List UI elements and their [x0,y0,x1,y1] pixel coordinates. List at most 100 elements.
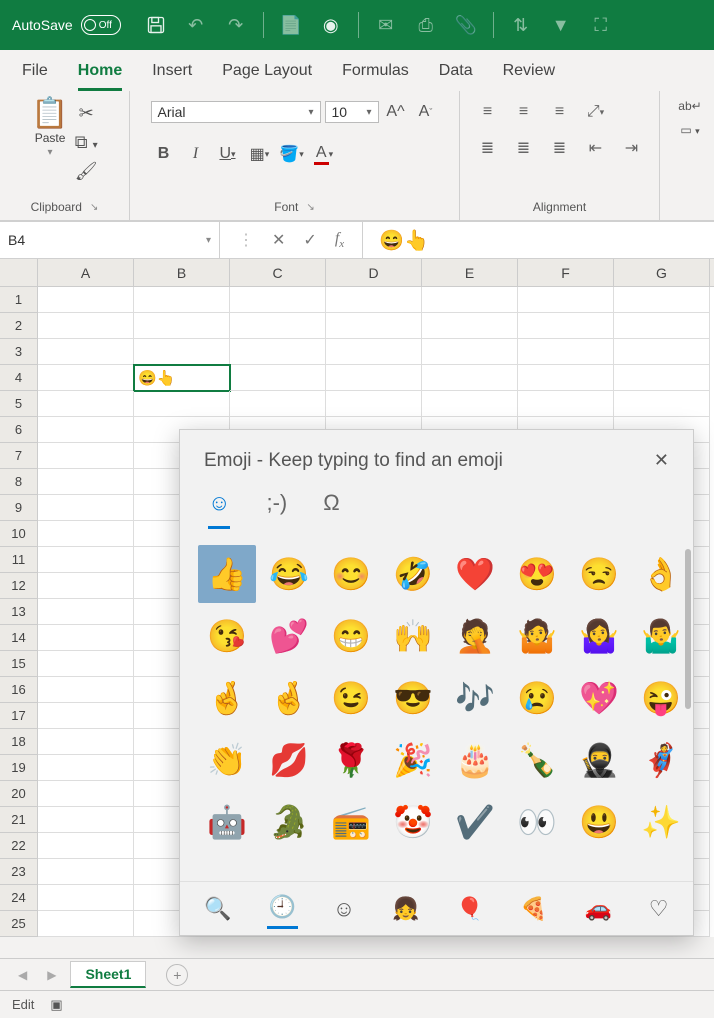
align-bottom-icon[interactable]: ≡ [545,99,575,125]
cut-icon[interactable]: ✂ [79,103,94,124]
format-painter-icon[interactable]: 🖌 [75,161,98,182]
emoji-category[interactable]: ♡ [647,890,671,928]
font-name-combo[interactable]: Arial▾ [151,101,321,123]
cell[interactable] [38,625,134,651]
column-header[interactable]: B [134,259,230,286]
cell[interactable] [614,391,710,417]
add-sheet-icon[interactable]: + [166,964,188,986]
cell[interactable] [38,703,134,729]
increase-indent-icon[interactable]: ⇥ [617,135,647,161]
emoji-item[interactable]: 🎶 [446,669,504,727]
emoji-item[interactable]: 😎 [384,669,442,727]
emoji-category[interactable]: 🚗 [583,890,614,928]
emoji-item[interactable]: ✔️ [446,793,504,851]
cell[interactable] [38,495,134,521]
formula-bar[interactable]: 😄👆 [363,222,714,258]
emoji-item[interactable]: 🤦 [446,607,504,665]
dialog-launcher-icon[interactable]: ↘ [90,202,98,213]
cell[interactable] [38,417,134,443]
cell[interactable] [38,469,134,495]
cell[interactable] [326,339,422,365]
emoji-category[interactable]: 👧 [390,890,421,928]
cell[interactable] [326,391,422,417]
emoji-category[interactable]: 🍕 [518,890,549,928]
emoji-item[interactable]: 😘 [198,607,256,665]
cell[interactable] [230,365,326,391]
cell[interactable] [518,313,614,339]
row-header[interactable]: 20 [0,781,38,807]
emoji-item[interactable]: 💕 [260,607,318,665]
cell[interactable] [38,911,134,937]
cell[interactable] [230,391,326,417]
align-center-icon[interactable]: ≣ [509,135,539,161]
emoji-item[interactable]: 👏 [198,731,256,789]
cell[interactable] [518,339,614,365]
shrink-font-icon[interactable]: Aˇ [413,99,439,125]
column-header[interactable]: E [422,259,518,286]
cell[interactable] [614,287,710,313]
emoji-item[interactable]: 🤷 [508,607,566,665]
row-header[interactable]: 19 [0,755,38,781]
cell[interactable] [614,339,710,365]
autosave-toggle[interactable]: AutoSave Off [12,15,121,35]
emoji-item[interactable]: 🤷‍♂️ [632,607,690,665]
row-header[interactable]: 23 [0,859,38,885]
row-header[interactable]: 12 [0,573,38,599]
row-header[interactable]: 2 [0,313,38,339]
nav-next-icon[interactable]: ▶ [41,968,62,982]
emoji-category[interactable]: 🎈 [454,890,485,928]
emoji-item[interactable]: 🍾 [508,731,566,789]
cell[interactable] [38,573,134,599]
emoji-item[interactable]: 😂 [260,545,318,603]
macro-record-icon[interactable]: ▣ [50,997,62,1013]
cell[interactable] [38,859,134,885]
underline-icon[interactable]: U ▾ [215,141,241,167]
cell[interactable] [38,313,134,339]
cell[interactable] [38,755,134,781]
border-icon[interactable]: ▦ ▾ [247,141,273,167]
row-header[interactable]: 24 [0,885,38,911]
row-header[interactable]: 18 [0,729,38,755]
pdf-icon[interactable]: ⎙ [409,8,443,42]
emoji-item[interactable]: 🦸 [632,731,690,789]
emoji-item[interactable]: ✨ [632,793,690,851]
row-header[interactable]: 6 [0,417,38,443]
emoji-item[interactable]: 🌹 [322,731,380,789]
mail-icon[interactable]: ✉ [369,8,403,42]
cell[interactable] [38,781,134,807]
row-header[interactable]: 22 [0,833,38,859]
cell[interactable] [422,313,518,339]
tab-kaomoji[interactable]: ;-) [266,490,287,529]
cell[interactable] [326,287,422,313]
tab-page-layout[interactable]: Page Layout [222,62,312,91]
cell[interactable] [38,807,134,833]
row-header[interactable]: 15 [0,651,38,677]
emoji-item[interactable]: 👌 [632,545,690,603]
cell[interactable] [38,729,134,755]
emoji-item[interactable]: 👍 [198,545,256,603]
cell[interactable] [38,599,134,625]
tab-home[interactable]: Home [78,62,122,91]
cell[interactable] [38,365,134,391]
row-header[interactable]: 17 [0,703,38,729]
new-icon[interactable]: 📄 [274,8,308,42]
cell[interactable] [134,391,230,417]
cell[interactable] [326,365,422,391]
cell[interactable] [38,287,134,313]
emoji-item[interactable]: 🎉 [384,731,442,789]
row-header[interactable]: 3 [0,339,38,365]
column-header[interactable]: F [518,259,614,286]
emoji-category[interactable]: 🕘 [267,888,298,929]
emoji-item[interactable]: 😢 [508,669,566,727]
emoji-item[interactable]: 💖 [570,669,628,727]
cell[interactable] [326,313,422,339]
cell[interactable] [614,365,710,391]
scrollbar-thumb[interactable] [685,549,691,709]
emoji-item[interactable]: 🤖 [198,793,256,851]
tab-data[interactable]: Data [439,62,473,91]
emoji-item[interactable]: ❤️ [446,545,504,603]
cell[interactable] [134,287,230,313]
row-header[interactable]: 25 [0,911,38,937]
font-color-icon[interactable]: A ▾ [311,141,337,167]
sort-icon[interactable]: ⇅ [504,8,538,42]
